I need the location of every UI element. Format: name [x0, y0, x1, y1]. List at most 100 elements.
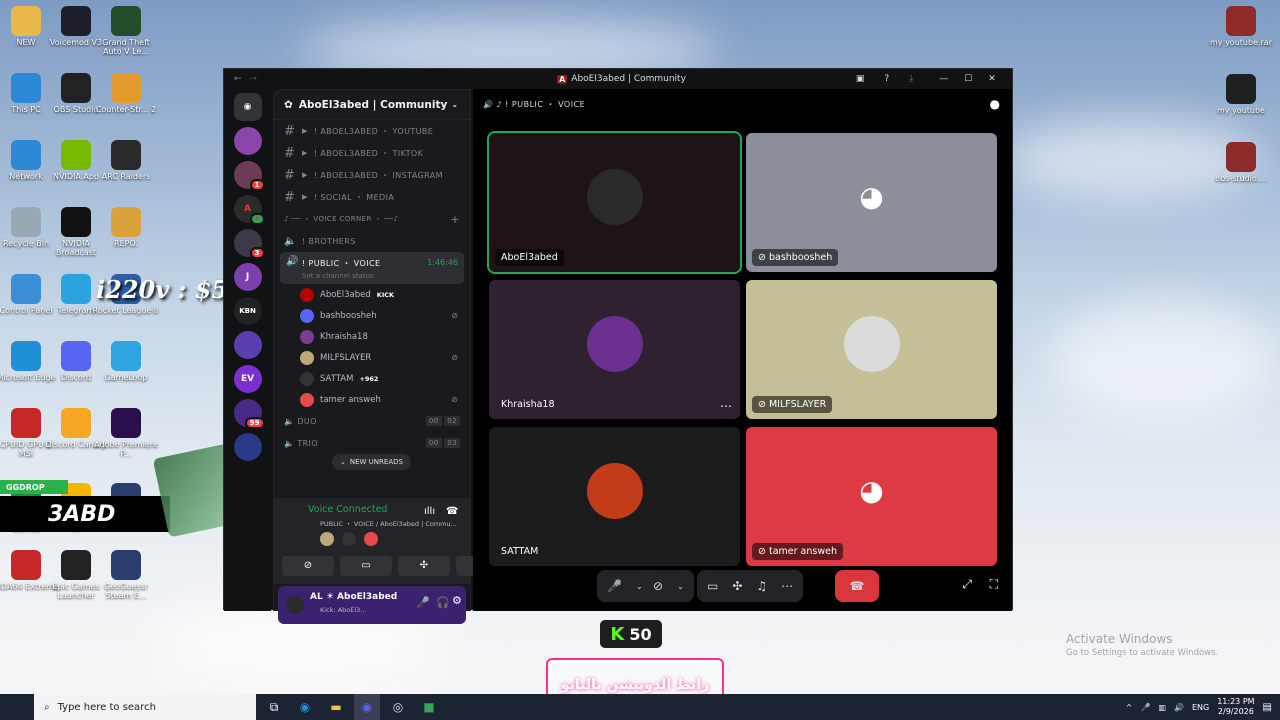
soundboard-icon[interactable]: ♫	[756, 579, 767, 593]
voice-user[interactable]: SATTAM +962	[274, 368, 470, 389]
server-icon[interactable]: 3	[233, 229, 265, 259]
voice-channel-duo[interactable]: 🔈 DUO 00 02	[274, 410, 470, 432]
screen-share-icon[interactable]: ▭	[707, 579, 718, 593]
discord-home-icon[interactable]: ◉	[233, 93, 262, 121]
minimize-button[interactable]: —	[939, 74, 948, 84]
chevron-up-icon[interactable]: ^	[1126, 703, 1133, 712]
desktop-icon[interactable]: my youtube	[1207, 74, 1275, 115]
mic-tray-icon[interactable]: 🎤	[1140, 703, 1150, 712]
obs-taskbar-icon[interactable]: ◎	[385, 694, 411, 720]
text-channel[interactable]: # ▶ ! ABOEL3ABED ・ TIKTOK	[274, 142, 470, 164]
voice-user[interactable]: Khraisha18	[274, 326, 470, 347]
desktop-icon[interactable]: my youtube.rar	[1207, 6, 1275, 47]
activities-button[interactable]: ✣	[398, 556, 450, 576]
forward-arrow-icon[interactable]: →	[250, 74, 258, 84]
task-view-icon[interactable]: ⧉	[261, 694, 287, 720]
fullscreen-icon[interactable]: ⛶	[990, 577, 998, 592]
server-icon[interactable]	[233, 433, 262, 461]
desktop-icon[interactable]: GeoGuessr Steam E...	[92, 550, 160, 600]
back-arrow-icon[interactable]: ←	[234, 74, 242, 84]
server-header[interactable]: ✿ AboEl3abed | Community ⌄	[274, 90, 470, 120]
voice-user[interactable]: MILFSLAYER ⊘	[274, 347, 470, 368]
language-indicator[interactable]: ENG	[1192, 703, 1209, 712]
desktop-icon[interactable]: GameLoop	[92, 341, 160, 382]
server-icon[interactable]	[233, 331, 262, 359]
desktop-icon[interactable]: REPO.	[92, 207, 160, 248]
avatar[interactable]	[286, 596, 304, 614]
desktop-icon[interactable]: Counter-Str... 2	[92, 73, 160, 114]
desktop-icon[interactable]: ARC Raiders	[92, 140, 160, 181]
new-unreads-pill[interactable]: ⌄ NEW UNREADS	[332, 454, 411, 470]
notification-icon[interactable]: ▤	[1263, 702, 1272, 713]
voice-waveform-icon[interactable]: ıllı	[424, 506, 435, 517]
voice-user-name: AboEl3abed	[320, 289, 371, 300]
server-icon[interactable]	[233, 127, 262, 155]
participant-label: SATTAM	[501, 546, 539, 557]
voice-channel-public-voice[interactable]: 🔊 ! PUBLIC ・ VOICE 1:46:46 Set a channel…	[280, 252, 464, 284]
discord-taskbar-icon[interactable]: ◉	[354, 694, 380, 720]
server-icon[interactable]: J	[233, 263, 262, 291]
server-icon[interactable]: EV	[233, 365, 262, 393]
voice-user[interactable]: tamer answeh ⊘	[274, 389, 470, 410]
more-options-icon[interactable]: ⋯	[781, 579, 793, 593]
file-explorer-icon[interactable]: ▬	[323, 694, 349, 720]
server-list: ◉ 1 A4 3 J KBN EV 99	[224, 89, 271, 611]
participant-label: tamer answeh	[768, 546, 837, 557]
maximize-button[interactable]: ☐	[964, 74, 972, 84]
camera-off-button[interactable]: ⊘	[282, 556, 334, 576]
camera-control[interactable]: ⊘ ⌄	[643, 570, 694, 602]
taskbar-search[interactable]: ⌕ Type here to search	[34, 694, 256, 720]
activities-icon[interactable]: ✣	[732, 579, 742, 593]
desktop-icon[interactable]: Adobe Premiere P...	[92, 408, 160, 458]
more-options-icon[interactable]: ⋯	[720, 399, 732, 413]
mic-icon[interactable]: 🎤	[416, 596, 430, 609]
desktop-icon[interactable]: obs-studio....	[1207, 142, 1275, 183]
voice-user[interactable]: bashboosheh ⊘	[274, 305, 470, 326]
app-taskbar-icon[interactable]: ■	[416, 694, 442, 720]
text-channel[interactable]: # ▶ ! ABOEL3ABED ・ YOUTUBE	[274, 120, 470, 142]
edge-icon[interactable]: ◉	[292, 694, 318, 720]
desktop-icon[interactable]: Grand Theft Auto V Le...	[92, 6, 160, 56]
desktop-icon-label: Adobe Premiere P...	[94, 440, 158, 458]
discord-logo-icon: ◕	[859, 180, 884, 213]
video-tile[interactable]: SATTAM	[489, 427, 740, 566]
server-icon[interactable]: 1	[233, 161, 265, 191]
video-tile[interactable]: ◕ ⊘ tamer answeh	[746, 427, 997, 566]
current-user-name[interactable]: AL ☀ AboEl3abed	[310, 592, 397, 602]
text-channel[interactable]: # ▶ ! ABOEL3ABED ・ INSTAGRAM	[274, 164, 470, 186]
voice-connected-sub[interactable]: PUBLIC ・ VOICE / AboEl3abed | Commu...	[320, 518, 457, 528]
volume-tray-icon[interactable]: 🔊	[1174, 703, 1184, 712]
add-channel-icon[interactable]: +	[450, 213, 460, 226]
voice-channel-trio[interactable]: 🔈 TRIO 00 03	[274, 432, 470, 454]
disconnect-icon[interactable]: ☎	[446, 506, 458, 517]
recycle-bin-icon	[11, 207, 41, 237]
headphones-icon[interactable]: 🎧	[436, 596, 450, 609]
category-voice-corner[interactable]: ♪ ── ・ VOICE CORNER ・ ──♪ +	[274, 208, 470, 230]
close-button[interactable]: ✕	[988, 74, 996, 84]
text-channel[interactable]: # ▶ ! SOCIAL ・ MEDIA	[274, 186, 470, 208]
nvidia-broadcast-icon	[61, 207, 91, 237]
inbox-icon[interactable]: ▣	[856, 74, 865, 84]
channel-status[interactable]: Set a channel status	[302, 272, 374, 280]
video-tile[interactable]: ⊘ MILFSLAYER	[746, 280, 997, 419]
help-icon[interactable]: ?	[884, 74, 889, 84]
chevron-down-icon: ⌄	[635, 581, 643, 591]
popout-icon[interactable]: ⤢	[962, 577, 972, 592]
settings-gear-icon[interactable]: ⚙	[452, 594, 464, 614]
clock[interactable]: 11:23 PM 2/9/2026	[1217, 697, 1254, 717]
download-icon[interactable]: ⤓	[909, 74, 913, 84]
server-icon-active[interactable]: A4	[233, 195, 265, 225]
server-icon[interactable]: 99	[233, 399, 265, 429]
server-icon[interactable]: KBN	[233, 297, 262, 325]
video-tile[interactable]: ◕ ⊘ bashboosheh	[746, 133, 997, 272]
voice-channel-brothers[interactable]: 🔈 ! BROTHERS	[274, 230, 470, 252]
video-tile[interactable]: Khraisha18 ⋯	[489, 280, 740, 419]
voice-user[interactable]: AboEl3abed KICK	[274, 284, 470, 305]
video-tile[interactable]: AboEl3abed	[487, 131, 742, 274]
network-tray-icon[interactable]: ▥	[1158, 703, 1166, 712]
chat-bubble-icon[interactable]: ●	[990, 97, 1000, 111]
window-title: AboEl3abed | Community	[571, 74, 686, 84]
leave-call-button[interactable]: ☎	[835, 570, 879, 602]
activity-controls[interactable]: ▭ ✣ ♫ ⋯	[697, 570, 804, 602]
screen-share-button[interactable]: ▭	[340, 556, 392, 576]
